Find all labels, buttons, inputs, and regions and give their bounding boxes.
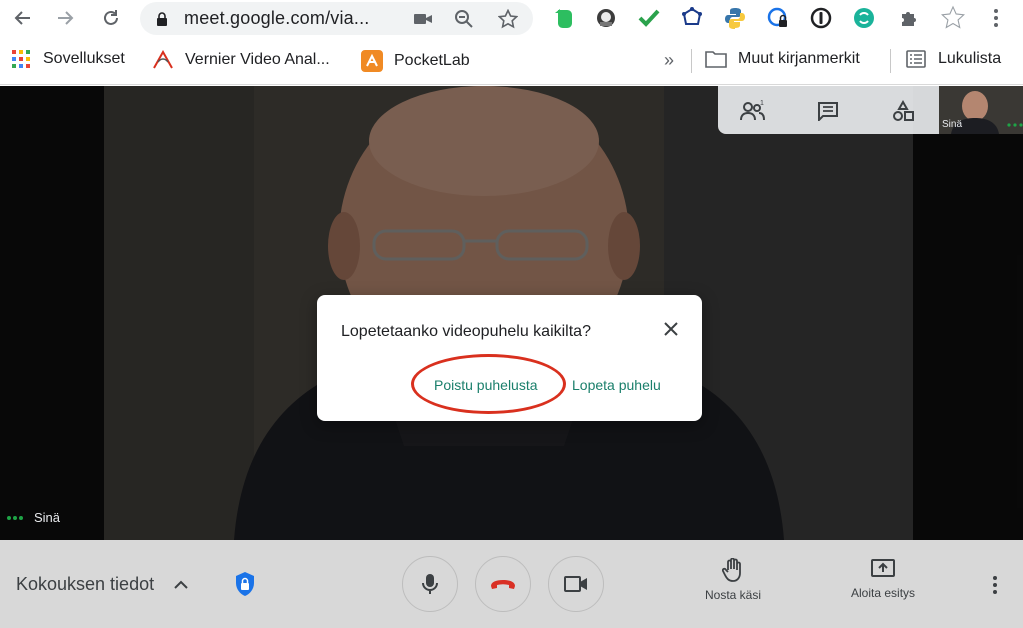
participant-name-tag: Sinä (6, 510, 60, 525)
present-screen-icon (871, 559, 896, 577)
meet-top-panel: 1 (718, 86, 939, 134)
more-options-icon[interactable] (1007, 123, 1023, 127)
bookmark-label: PocketLab (394, 52, 470, 69)
camera-icon[interactable] (414, 12, 432, 26)
chevron-up-icon[interactable] (174, 580, 188, 589)
close-icon (664, 322, 678, 336)
dialog-close-button[interactable] (659, 317, 683, 341)
end-call-for-all-button[interactable]: Lopeta puhelu (572, 377, 661, 393)
reading-list-button[interactable]: Lukulista (906, 50, 1001, 68)
bookmark-label: Vernier Video Anal... (185, 51, 330, 68)
audio-level-icon (7, 515, 23, 520)
reload-icon (104, 10, 118, 25)
bookmark-pocketlab[interactable]: PocketLab (361, 50, 470, 72)
reload-button[interactable] (96, 3, 126, 33)
bookmark-vernier[interactable]: Vernier Video Anal... (152, 50, 330, 70)
participant-name: Sinä (34, 510, 61, 525)
bookmark-label: Lukulista (938, 50, 1002, 67)
forward-arrow-icon (58, 11, 74, 25)
video-camera-icon (564, 576, 587, 592)
hang-up-button[interactable] (475, 556, 531, 612)
dialog-title: Lopetetaanko videopuhelu kaikilta? (341, 323, 591, 340)
zoom-icon[interactable] (454, 9, 474, 29)
raise-hand-label: Nosta käsi (705, 588, 762, 602)
present-now-label: Aloita esitys (851, 586, 916, 600)
self-view-tile[interactable]: Sinä (939, 86, 1023, 134)
chat-icon (818, 102, 838, 121)
self-view-name: Sinä (942, 119, 963, 130)
folder-icon (705, 51, 727, 68)
polygon-extension-icon[interactable] (680, 6, 704, 30)
bookmark-divider (691, 49, 692, 73)
camera-button[interactable] (548, 556, 604, 612)
lock-icon (157, 12, 167, 26)
people-icon: 1 (740, 100, 765, 121)
bookmark-other-folder[interactable]: Muut kirjanmerkit (705, 50, 860, 68)
evernote-extension-icon[interactable] (552, 6, 576, 30)
meeting-details-button[interactable]: Kokouksen tiedot (16, 574, 154, 595)
apps-grid-icon (12, 50, 30, 68)
shield-lock-icon[interactable] (234, 571, 256, 597)
lock-extension-icon[interactable] (766, 6, 790, 30)
back-arrow-icon (14, 11, 30, 25)
browser-menu-icon[interactable] (984, 6, 1008, 30)
highlight-annotation (411, 354, 566, 414)
bitmoji-extension-icon[interactable] (594, 6, 618, 30)
microphone-icon (422, 574, 438, 594)
microphone-button[interactable] (402, 556, 458, 612)
svg-text:1: 1 (760, 100, 764, 107)
python-extension-icon[interactable] (723, 6, 747, 30)
refresh-extension-icon[interactable] (852, 6, 876, 30)
puzzle-extensions-icon[interactable] (897, 6, 921, 30)
reading-list-icon (906, 50, 926, 68)
star-outline-extension-icon[interactable] (941, 5, 965, 30)
more-options-icon[interactable] (992, 575, 998, 595)
raise-hand-button[interactable]: Nosta käsi (705, 558, 761, 602)
star-icon[interactable] (498, 9, 518, 29)
hand-icon (722, 558, 741, 582)
bookmark-label: Sovellukset (43, 50, 125, 67)
bookmark-label: Muut kirjanmerkit (738, 50, 860, 67)
forward-button[interactable] (50, 3, 80, 33)
bookmarks-overflow-button[interactable]: » (664, 50, 674, 71)
browser-toolbar: meet.google.com/via... (0, 0, 1023, 37)
onepassword-extension-icon[interactable] (809, 6, 833, 30)
phone-hangup-icon (491, 580, 515, 589)
checkmark-extension-icon[interactable] (637, 6, 661, 30)
bookmarks-bar: Sovellukset Vernier Video Anal... Pocket… (0, 37, 1023, 85)
back-button[interactable] (8, 3, 38, 33)
vernier-icon (153, 50, 173, 69)
present-now-button[interactable]: Aloita esitys (851, 558, 915, 600)
shapes-icon (893, 100, 914, 121)
meeting-controls-bar: Kokouksen tiedot Nosta käsi Aloita esity… (0, 540, 1023, 628)
address-bar[interactable]: meet.google.com/via... (140, 2, 533, 35)
bookmark-apps[interactable]: Sovellukset (12, 50, 125, 68)
activities-button[interactable] (890, 98, 916, 124)
bookmark-divider (890, 49, 891, 73)
chat-button[interactable] (815, 98, 841, 124)
pocketlab-icon (361, 50, 383, 72)
url-text: meet.google.com/via... (184, 8, 370, 28)
people-button[interactable]: 1 (740, 98, 766, 124)
